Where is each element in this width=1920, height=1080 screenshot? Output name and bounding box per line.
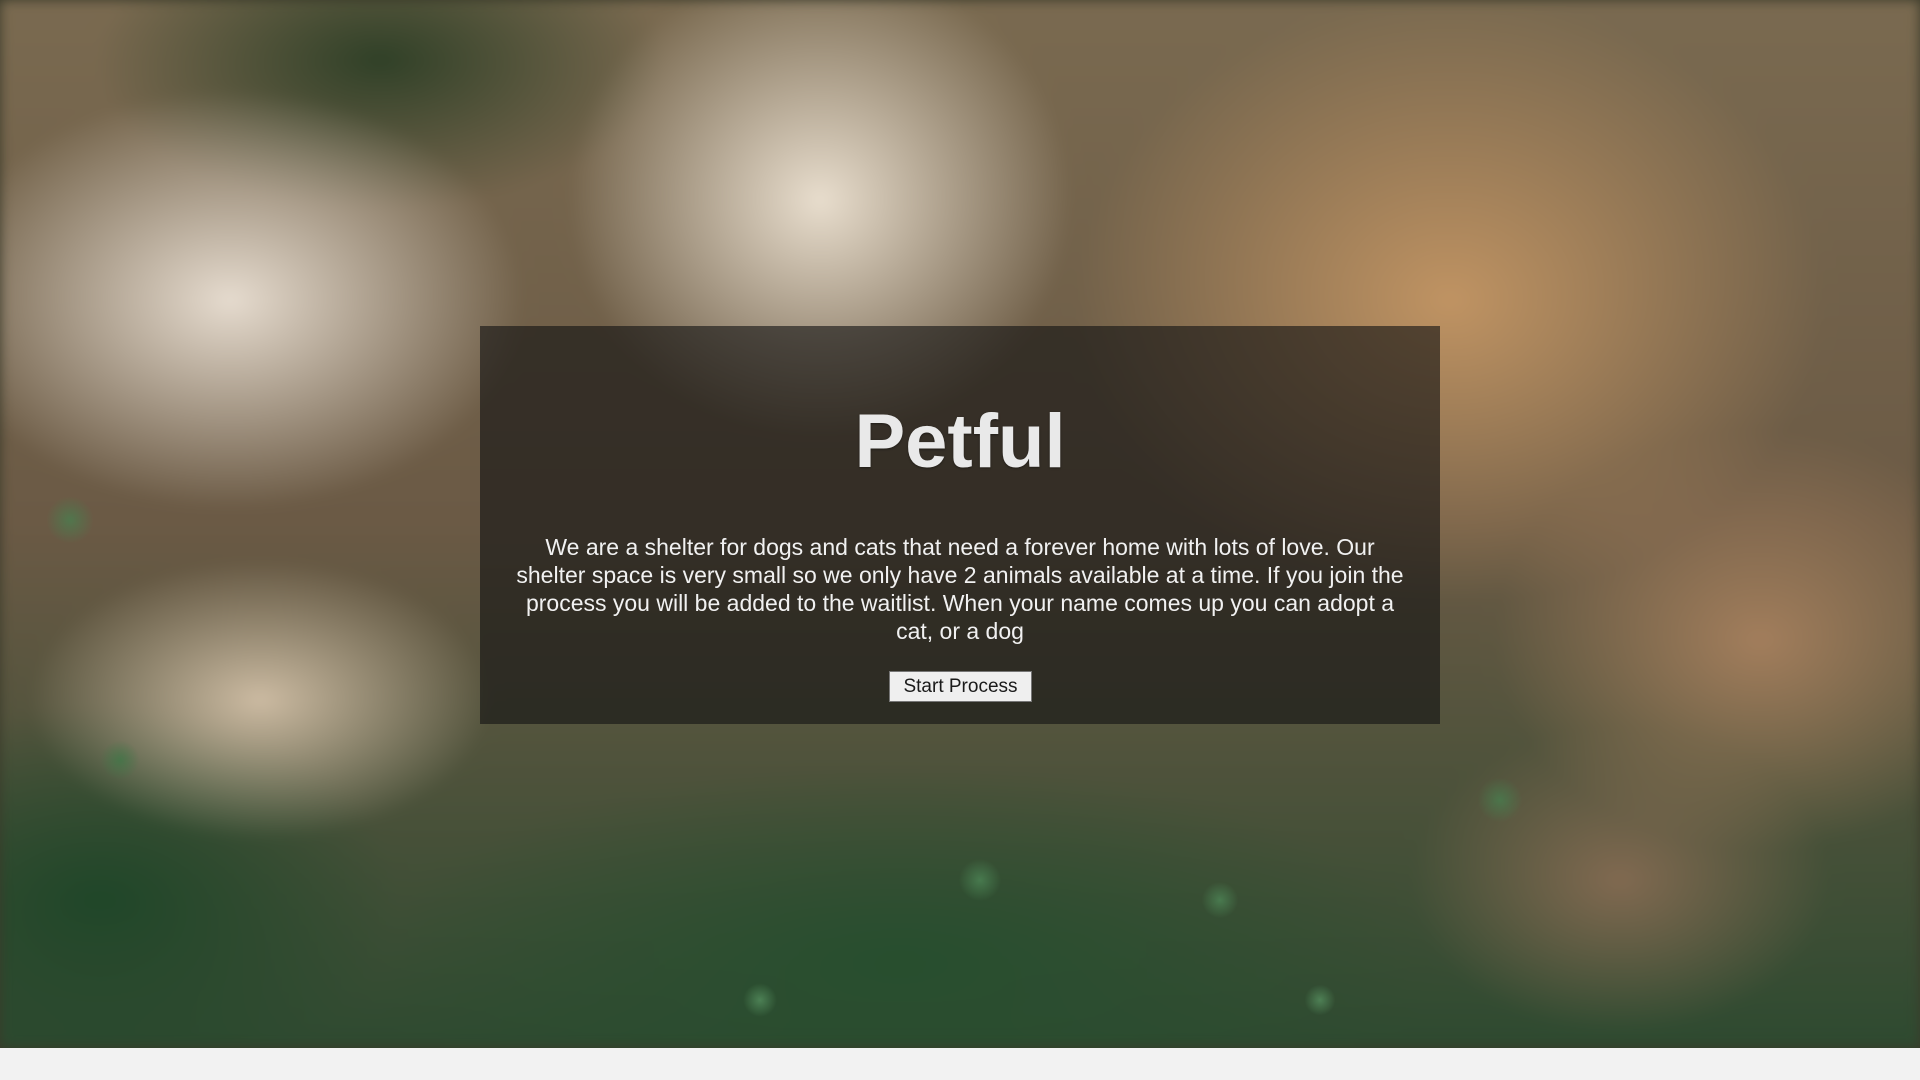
intro-card: Petful We are a shelter for dogs and cat… — [480, 326, 1440, 724]
start-process-button[interactable]: Start Process — [889, 671, 1032, 702]
intro-description: We are a shelter for dogs and cats that … — [516, 534, 1404, 644]
page-title: Petful — [854, 399, 1066, 484]
hero-section: Petful We are a shelter for dogs and cat… — [0, 0, 1920, 1048]
page-footer-strip — [0, 1048, 1920, 1080]
